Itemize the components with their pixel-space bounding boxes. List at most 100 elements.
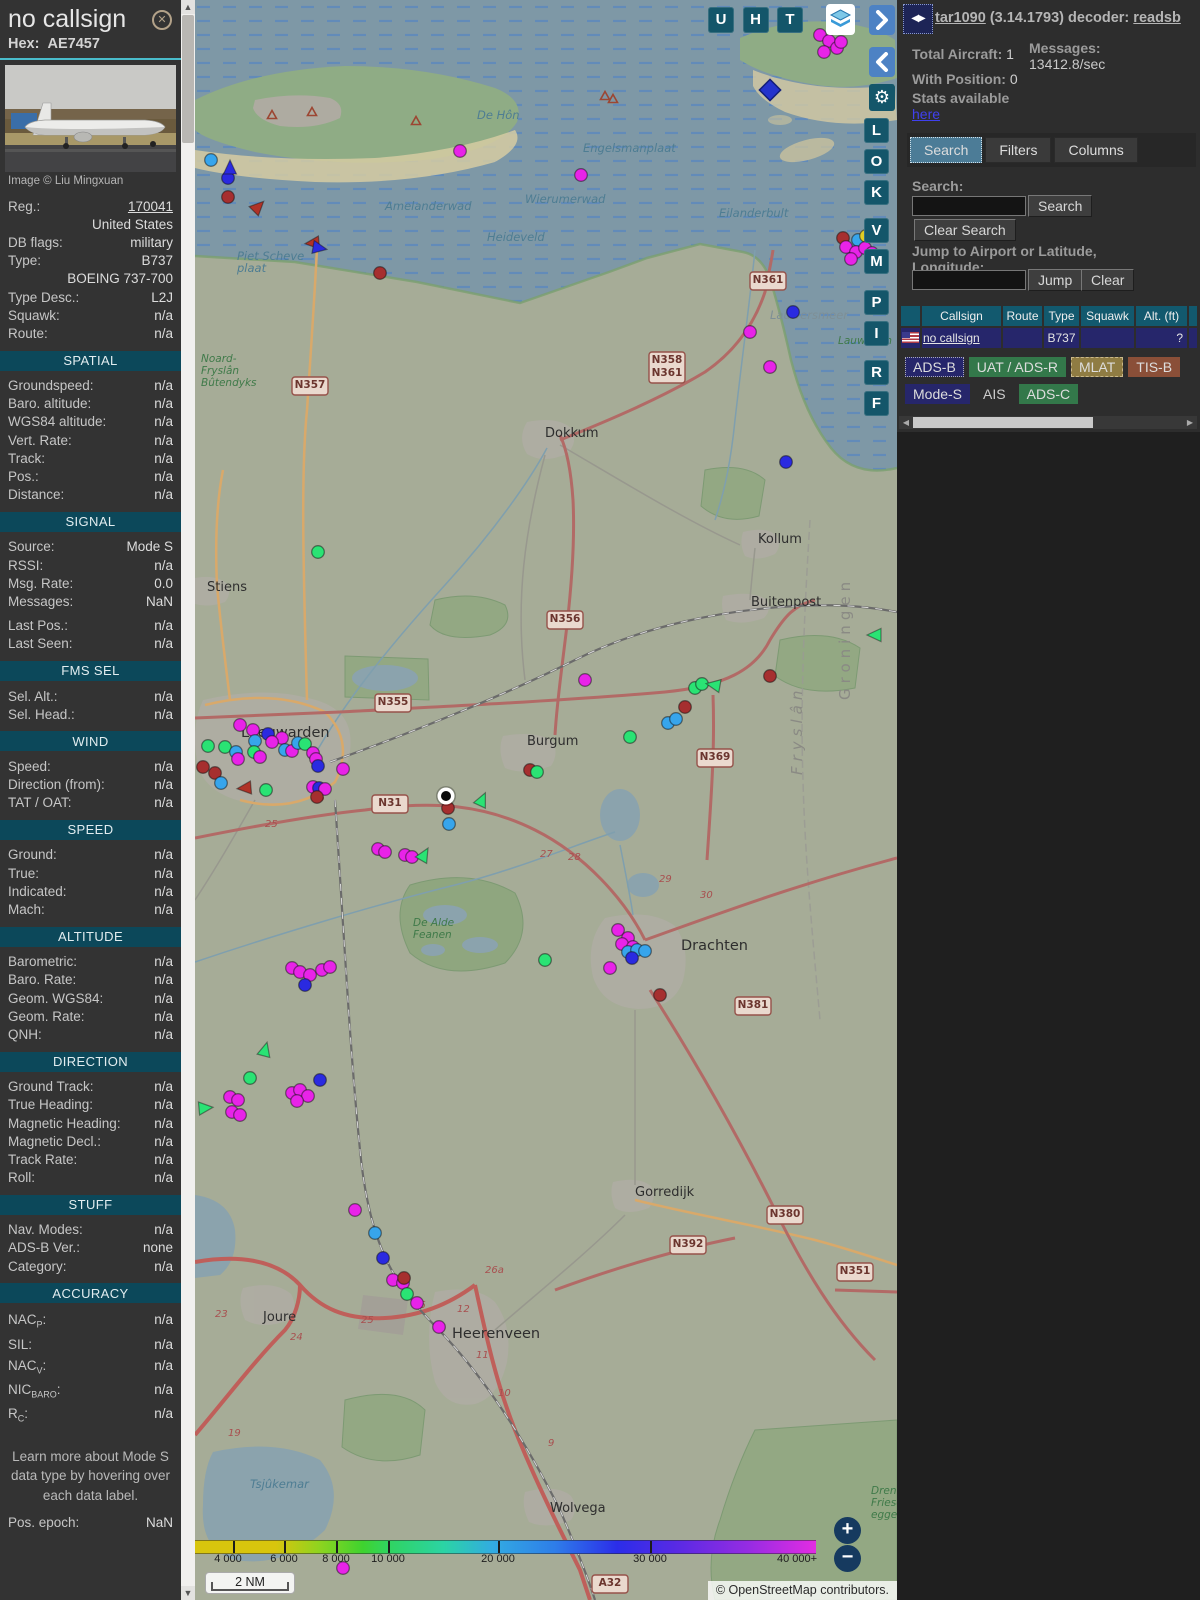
aircraft-dot[interactable] bbox=[290, 1094, 304, 1108]
aircraft-dot[interactable] bbox=[410, 1296, 424, 1310]
table-row[interactable]: no callsign B737? bbox=[901, 328, 1197, 348]
hscroll-thumb[interactable] bbox=[913, 417, 1093, 428]
aircraft-dot[interactable] bbox=[196, 760, 210, 774]
aircraft-dot[interactable] bbox=[348, 1203, 362, 1217]
aircraft-dot[interactable] bbox=[313, 1073, 327, 1087]
map-button-K[interactable]: K bbox=[864, 180, 889, 205]
expand-panel-button[interactable] bbox=[869, 5, 895, 35]
aircraft-dot[interactable] bbox=[233, 718, 247, 732]
aircraft-dot[interactable] bbox=[678, 700, 692, 714]
aircraft-dot[interactable] bbox=[786, 305, 800, 319]
jump-input[interactable] bbox=[912, 270, 1026, 290]
layer-switcher-button[interactable] bbox=[826, 4, 855, 35]
aircraft-dot[interactable] bbox=[538, 953, 552, 967]
aircraft-dot[interactable] bbox=[397, 1271, 411, 1285]
close-icon[interactable]: ✕ bbox=[152, 10, 172, 30]
map-button-H[interactable]: H bbox=[742, 7, 769, 33]
aircraft-dot[interactable] bbox=[743, 325, 757, 339]
column-header[interactable]: Route bbox=[1003, 306, 1042, 326]
aircraft-dot[interactable] bbox=[233, 1108, 247, 1122]
collapse-panel-button[interactable] bbox=[869, 47, 895, 77]
map-button-M[interactable]: M bbox=[864, 249, 889, 274]
selected-aircraft-dot[interactable] bbox=[441, 791, 451, 801]
tab-filters[interactable]: Filters bbox=[985, 137, 1052, 163]
aircraft-dot[interactable] bbox=[400, 1287, 414, 1301]
clear-search-button[interactable]: Clear Search bbox=[914, 219, 1016, 241]
aircraft-dot[interactable] bbox=[669, 712, 683, 726]
tab-search[interactable]: Search bbox=[910, 137, 983, 163]
scroll-right-icon[interactable]: ▶ bbox=[1185, 416, 1195, 429]
jump-clear-button[interactable]: Clear bbox=[1081, 269, 1135, 291]
aircraft-dot[interactable] bbox=[625, 951, 639, 965]
column-header[interactable]: Squawk bbox=[1081, 306, 1134, 326]
callsign-cell[interactable]: no callsign bbox=[922, 328, 1001, 348]
aircraft-dot[interactable] bbox=[442, 817, 456, 831]
map-button-O[interactable]: O bbox=[864, 149, 889, 174]
table-horizontal-scrollbar[interactable]: ◀ ▶ bbox=[899, 416, 1197, 429]
aircraft-dot[interactable] bbox=[368, 1226, 382, 1240]
map-button-P[interactable]: P bbox=[864, 290, 889, 315]
aircraft-dot[interactable] bbox=[834, 35, 848, 49]
jump-button[interactable]: Jump bbox=[1028, 269, 1083, 291]
aircraft-dot[interactable] bbox=[265, 735, 279, 749]
aircraft-dot[interactable] bbox=[259, 783, 273, 797]
aircraft-dot[interactable] bbox=[817, 45, 831, 59]
map-button-L[interactable]: L bbox=[864, 118, 889, 143]
map[interactable]: DokkumKollumBuitenpostStiensBurgumLeeuwa… bbox=[195, 0, 897, 1600]
map-button-V[interactable]: V bbox=[864, 218, 889, 243]
aircraft-dot[interactable] bbox=[214, 776, 228, 790]
map-button-U[interactable]: U bbox=[708, 7, 734, 33]
aircraft-dot[interactable] bbox=[376, 1251, 390, 1265]
aircraft-dot[interactable] bbox=[243, 1071, 257, 1085]
scroll-up-icon[interactable]: ▲ bbox=[181, 0, 195, 14]
aircraft-dot[interactable] bbox=[603, 961, 617, 975]
aircraft-dot[interactable] bbox=[311, 759, 325, 773]
aircraft-dot[interactable] bbox=[574, 168, 588, 182]
sidebar-scrollbar[interactable]: ▲ ▼ bbox=[181, 0, 195, 1600]
aircraft-dot[interactable] bbox=[310, 790, 324, 804]
search-button[interactable]: Search bbox=[1028, 195, 1093, 217]
aircraft-dot[interactable] bbox=[844, 252, 858, 266]
readsb-link[interactable]: readsb bbox=[1133, 10, 1181, 26]
aircraft-dot[interactable] bbox=[253, 750, 267, 764]
aircraft-dot[interactable] bbox=[323, 960, 337, 974]
aircraft-dot[interactable] bbox=[201, 739, 215, 753]
aircraft-dot[interactable] bbox=[231, 752, 245, 766]
aircraft-dot[interactable] bbox=[578, 673, 592, 687]
aircraft-dot[interactable] bbox=[623, 730, 637, 744]
aircraft-dot[interactable] bbox=[204, 153, 218, 167]
aircraft-dot[interactable] bbox=[336, 762, 350, 776]
column-header[interactable]: Callsign bbox=[922, 306, 1001, 326]
zoom-out-button[interactable]: − bbox=[834, 1545, 861, 1572]
aircraft-dot[interactable] bbox=[298, 978, 312, 992]
column-header[interactable]: Type bbox=[1044, 306, 1079, 326]
column-header[interactable]: S bbox=[1189, 306, 1197, 326]
column-header[interactable] bbox=[901, 306, 920, 326]
map-button-T[interactable]: T bbox=[777, 7, 803, 33]
aircraft-dot[interactable] bbox=[231, 1093, 245, 1107]
aircraft-dot[interactable] bbox=[373, 266, 387, 280]
aircraft-dot[interactable] bbox=[530, 765, 544, 779]
aircraft-dot[interactable] bbox=[311, 545, 325, 559]
tar1090-link[interactable]: tar1090 bbox=[935, 10, 986, 26]
map-button-R[interactable]: R bbox=[864, 360, 889, 385]
search-input[interactable] bbox=[912, 196, 1026, 216]
aircraft-dot[interactable] bbox=[653, 988, 667, 1002]
aircraft-dot[interactable] bbox=[763, 360, 777, 374]
aircraft-dot[interactable] bbox=[638, 944, 652, 958]
aircraft-dot[interactable] bbox=[221, 190, 235, 204]
map-button-I[interactable]: I bbox=[864, 321, 889, 346]
info-value[interactable]: 170041 bbox=[128, 199, 173, 214]
stats-here-link[interactable]: here bbox=[912, 106, 940, 122]
tab-columns[interactable]: Columns bbox=[1054, 137, 1138, 163]
aircraft-dot[interactable] bbox=[763, 669, 777, 683]
panel-toggle-button[interactable]: ◀▶ bbox=[903, 4, 933, 34]
scroll-down-icon[interactable]: ▼ bbox=[181, 1586, 195, 1600]
column-header[interactable]: Alt. (ft) bbox=[1136, 306, 1187, 326]
map-button-F[interactable]: F bbox=[864, 391, 889, 416]
osm-attribution[interactable]: © OpenStreetMap contributors. bbox=[707, 1581, 897, 1600]
scrollbar-thumb[interactable] bbox=[182, 15, 194, 143]
zoom-in-button[interactable]: + bbox=[834, 1517, 861, 1544]
aircraft-dot[interactable] bbox=[432, 1320, 446, 1334]
aircraft-dot[interactable] bbox=[378, 845, 392, 859]
